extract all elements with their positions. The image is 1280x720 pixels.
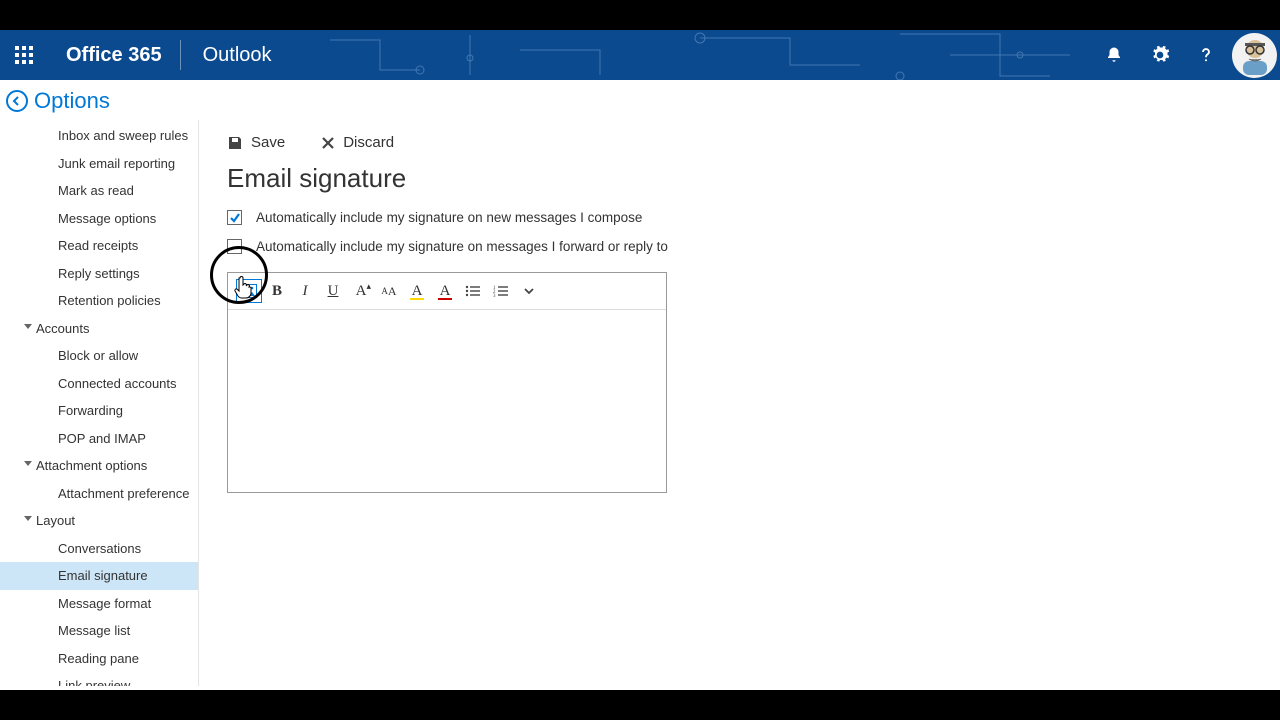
nav-item-email-signature[interactable]: Email signature <box>0 562 198 590</box>
chevron-down-icon <box>523 285 535 297</box>
nav-item[interactable]: Forwarding <box>0 397 198 425</box>
nav-item[interactable]: Mark as read <box>0 177 198 205</box>
nav-group-layout[interactable]: Layout <box>0 507 198 535</box>
help-button[interactable] <box>1183 30 1229 80</box>
nav-item[interactable]: Reading pane <box>0 645 198 673</box>
app-name-label[interactable]: Outlook <box>181 44 294 67</box>
editor-toolbar: B I U A▴ AA A A 123 <box>228 273 666 310</box>
nav-item[interactable]: Connected accounts <box>0 370 198 398</box>
app-launcher-button[interactable] <box>0 30 48 80</box>
nav-item[interactable]: Block or allow <box>0 342 198 370</box>
save-icon <box>227 135 243 151</box>
back-button[interactable] <box>6 90 28 112</box>
nav-item[interactable]: Reply settings <box>0 260 198 288</box>
nav-item[interactable]: Conversations <box>0 535 198 563</box>
waffle-icon <box>15 46 33 64</box>
nav-item[interactable]: Retention policies <box>0 287 198 315</box>
nav-item[interactable]: POP and IMAP <box>0 425 198 453</box>
nav-item[interactable]: Message list <box>0 617 198 645</box>
help-icon <box>1197 46 1215 64</box>
font-color-button[interactable]: A <box>432 279 458 303</box>
nav-group-accounts[interactable]: Accounts <box>0 315 198 343</box>
notifications-button[interactable] <box>1091 30 1137 80</box>
options-title: Options <box>34 88 110 114</box>
auto-include-new-row: Automatically include my signature on ne… <box>227 210 1252 225</box>
top-bar: Office 365 Outlook <box>0 30 1280 80</box>
auto-include-reply-label: Automatically include my signature on me… <box>256 239 668 254</box>
signature-textarea[interactable] <box>228 310 666 492</box>
signature-editor: B I U A▴ AA A A 123 <box>227 272 667 493</box>
bullet-list-button[interactable] <box>460 279 486 303</box>
bold-button[interactable]: B <box>264 279 290 303</box>
number-list-icon: 123 <box>493 284 509 298</box>
avatar-image <box>1235 35 1275 75</box>
options-header: Options <box>0 80 1280 120</box>
font-size-button[interactable]: A▴ <box>348 279 374 303</box>
nav-item[interactable]: Attachment preference <box>0 480 198 508</box>
nav-item[interactable]: Read receipts <box>0 232 198 260</box>
brand-label[interactable]: Office 365 <box>48 44 180 67</box>
avatar[interactable] <box>1232 33 1277 78</box>
settings-button[interactable] <box>1137 30 1183 80</box>
number-list-button[interactable]: 123 <box>488 279 514 303</box>
svg-text:3: 3 <box>493 294 496 298</box>
content-panel: Save Discard Email signature Automatical… <box>199 120 1280 686</box>
gear-icon <box>1150 45 1170 65</box>
auto-include-new-label: Automatically include my signature on ne… <box>256 210 642 225</box>
save-button[interactable]: Save <box>227 134 285 151</box>
auto-include-reply-row: Automatically include my signature on me… <box>227 239 1252 254</box>
nav-item[interactable]: Link preview <box>0 672 198 686</box>
highlight-button[interactable]: A <box>404 279 430 303</box>
font-size-small-button[interactable]: AA <box>376 279 402 303</box>
close-icon <box>321 136 335 150</box>
page-title: Email signature <box>227 163 1252 194</box>
underline-button[interactable]: U <box>320 279 346 303</box>
nav-item[interactable]: Inbox and sweep rules <box>0 122 198 150</box>
nav-item[interactable]: Junk email reporting <box>0 150 198 178</box>
nav-group-attachment[interactable]: Attachment options <box>0 452 198 480</box>
italic-button[interactable]: I <box>292 279 318 303</box>
image-icon <box>241 284 257 298</box>
nav-item[interactable]: Message format <box>0 590 198 618</box>
bell-icon <box>1105 46 1123 64</box>
sidebar[interactable]: Inbox and sweep rules Junk email reporti… <box>0 120 199 686</box>
nav-item[interactable]: Message options <box>0 205 198 233</box>
auto-include-new-checkbox[interactable] <box>227 210 242 225</box>
insert-image-button[interactable] <box>236 279 262 303</box>
bullet-list-icon <box>465 284 481 298</box>
discard-button[interactable]: Discard <box>321 134 394 151</box>
auto-include-reply-checkbox[interactable] <box>227 239 242 254</box>
more-formatting-button[interactable] <box>516 279 542 303</box>
arrow-left-icon <box>11 95 23 107</box>
